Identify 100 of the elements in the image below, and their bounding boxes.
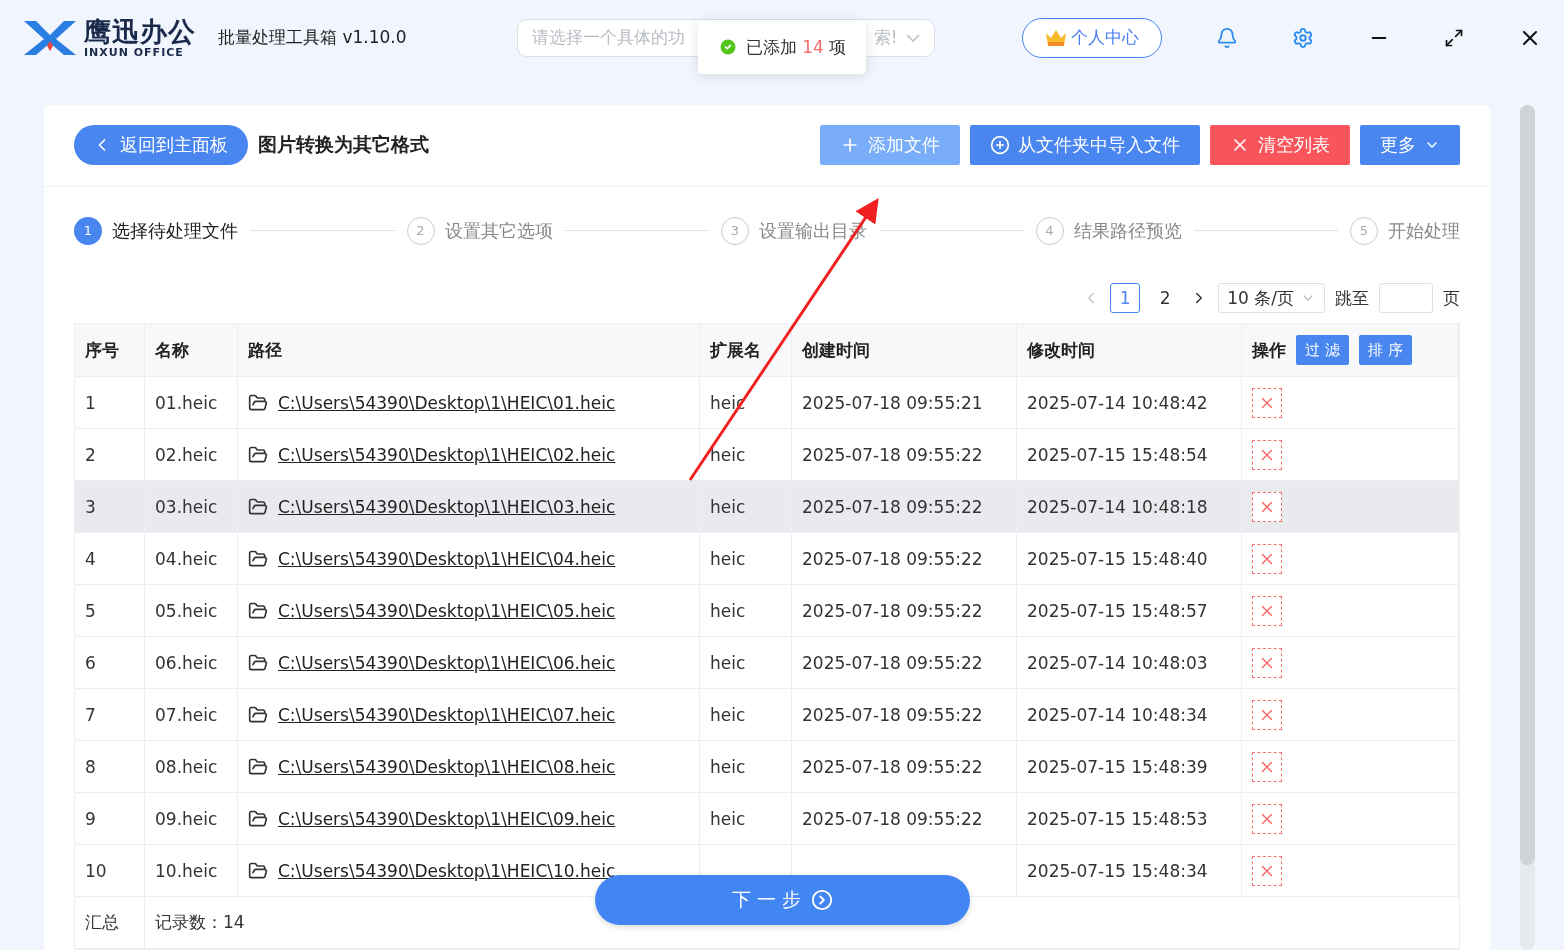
- created-time-cell: 2025-07-18 09:55:22: [802, 704, 983, 725]
- notification-bell-icon[interactable]: [1216, 26, 1238, 49]
- folder-button[interactable]: 从文件夹中导入文件: [970, 125, 1200, 166]
- index-cell: 4: [85, 548, 96, 569]
- file-path-link[interactable]: C:\Users\54390\Desktop\1\HEIC\04.heic: [278, 548, 616, 569]
- table-row[interactable]: 4 04.heic C:\Users\54390\Desktop\1\HEIC\04.heic heic 2025-07-18 09:55:22 2025-07-15 15:48:40: [75, 533, 1459, 585]
- logo-icon: [22, 18, 78, 57]
- table-row[interactable]: 7 07.heic C:\Users\54390\Desktop\1\HEIC\07.heic heic 2025-07-18 09:55:22 2025-07-14 10:48:34: [75, 689, 1459, 741]
- logo-subtitle: INXUN OFFICE: [84, 46, 184, 58]
- delete-button[interactable]: [1252, 647, 1282, 678]
- name-cell: 05.heic: [155, 600, 218, 621]
- step-label: 开始处理: [1388, 218, 1460, 243]
- name-cell: 01.heic: [155, 392, 218, 413]
- index-cell: 6: [85, 652, 96, 673]
- modified-time-cell: 2025-07-14 10:48:42: [1027, 392, 1208, 413]
- maximize-icon[interactable]: [1444, 27, 1464, 48]
- table-row[interactable]: 2 02.heic C:\Users\54390\Desktop\1\HEIC\02.heic heic 2025-07-18 09:55:22 2025-07-15 15:48:54: [75, 429, 1459, 481]
- modified-time-cell: 2025-07-15 15:48:57: [1027, 600, 1208, 621]
- created-time-cell: 2025-07-18 09:55:22: [802, 444, 983, 465]
- index-cell: 8: [85, 756, 96, 777]
- created-time-cell: 2025-07-18 09:55:22: [802, 600, 983, 621]
- page-unit-label: 页: [1443, 286, 1460, 310]
- chevron-down-icon: [905, 33, 920, 42]
- table-row[interactable]: 9 09.heic C:\Users\54390\Desktop\1\HEIC\09.heic heic 2025-07-18 09:55:22 2025-07-15 15:48:53: [75, 793, 1459, 845]
- column-header: 操作: [1252, 338, 1286, 362]
- modified-time-cell: 2025-07-15 15:48:54: [1027, 444, 1208, 465]
- delete-button[interactable]: [1252, 491, 1282, 522]
- file-path-link[interactable]: C:\Users\54390\Desktop\1\HEIC\03.heic: [278, 496, 616, 517]
- folder-icon: [248, 496, 268, 517]
- file-path-link[interactable]: C:\Users\54390\Desktop\1\HEIC\02.heic: [278, 444, 616, 465]
- filter-button[interactable]: 过 滤: [1296, 335, 1349, 365]
- name-cell: 09.heic: [155, 808, 218, 829]
- extension-cell: heic: [710, 548, 746, 569]
- created-time-cell: 2025-07-18 09:55:22: [802, 756, 983, 777]
- extension-cell: heic: [710, 496, 746, 517]
- name-cell: 10.heic: [155, 860, 218, 881]
- file-path-link[interactable]: C:\Users\54390\Desktop\1\HEIC\07.heic: [278, 704, 616, 725]
- jump-label: 跳至: [1335, 286, 1369, 310]
- file-path-link[interactable]: C:\Users\54390\Desktop\1\HEIC\09.heic: [278, 808, 616, 829]
- delete-button[interactable]: [1252, 387, 1282, 418]
- index-cell: 5: [85, 600, 96, 621]
- file-path-link[interactable]: C:\Users\54390\Desktop\1\HEIC\06.heic: [278, 652, 616, 673]
- sort-button[interactable]: 排 序: [1358, 335, 1412, 365]
- delete-button[interactable]: [1252, 855, 1282, 886]
- delete-button[interactable]: [1252, 699, 1282, 730]
- page-title: 图片转换为其它格式: [258, 132, 429, 158]
- created-time-cell: 2025-07-18 09:55:22: [802, 496, 983, 517]
- created-time-cell: 2025-07-18 09:55:21: [802, 392, 983, 413]
- name-cell: 02.heic: [155, 444, 218, 465]
- delete-button[interactable]: [1252, 595, 1282, 626]
- file-path-link[interactable]: C:\Users\54390\Desktop\1\HEIC\08.heic: [278, 756, 616, 777]
- folder-icon: [248, 392, 268, 413]
- modified-time-cell: 2025-07-15 15:48:34: [1027, 860, 1208, 881]
- column-header: 扩展名: [710, 338, 761, 362]
- created-time-cell: 2025-07-18 09:55:22: [802, 548, 983, 569]
- column-header: 名称: [155, 338, 189, 362]
- column-header: 修改时间: [1027, 338, 1095, 362]
- index-cell: 2: [85, 444, 96, 465]
- step-label: 设置其它选项: [444, 218, 553, 243]
- more-button[interactable]: 更多: [1360, 125, 1460, 166]
- column-header: 创建时间: [802, 338, 870, 362]
- name-cell: 06.heic: [155, 652, 218, 673]
- extension-cell: heic: [710, 756, 746, 777]
- table-row[interactable]: 3 03.heic C:\Users\54390\Desktop\1\HEIC\03.heic heic 2025-07-18 09:55:22 2025-07-14 10:48:18: [75, 481, 1459, 533]
- created-time-cell: 2025-07-18 09:55:22: [802, 808, 983, 829]
- logo-name: 鹰迅办公: [84, 17, 196, 45]
- app-title: 批量处理工具箱 v1.10.0: [218, 26, 407, 49]
- scrollbar-thumb[interactable]: [1520, 105, 1535, 865]
- file-path-link[interactable]: C:\Users\54390\Desktop\1\HEIC\01.heic: [278, 392, 616, 413]
- plus-circle-icon: [990, 135, 1010, 156]
- index-cell: 3: [85, 496, 96, 517]
- folder-icon: [248, 652, 268, 673]
- toast-message: 已添加 14 项: [745, 35, 847, 59]
- summary-label: 汇总: [85, 911, 119, 934]
- table-row[interactable]: 8 08.heic C:\Users\54390\Desktop\1\HEIC\08.heic heic 2025-07-18 09:55:22 2025-07-15 15:48:39: [75, 741, 1459, 793]
- delete-button[interactable]: [1252, 543, 1282, 574]
- page-size-select[interactable]: 10 条/页: [1218, 283, 1325, 313]
- page-number[interactable]: 1: [1110, 283, 1141, 313]
- jump-page-field[interactable]: [1379, 283, 1433, 313]
- back-button[interactable]: 返回到主面板: [74, 125, 248, 166]
- file-path-link[interactable]: C:\Users\54390\Desktop\1\HEIC\05.heic: [278, 600, 616, 621]
- index-cell: 10: [85, 860, 107, 881]
- folder-icon: [248, 600, 268, 621]
- modified-time-cell: 2025-07-14 10:48:18: [1027, 496, 1208, 517]
- table-row[interactable]: 6 06.heic C:\Users\54390\Desktop\1\HEIC\06.heic heic 2025-07-18 09:55:22 2025-07-14 10:48:03: [75, 637, 1459, 689]
- settings-icon[interactable]: [1292, 26, 1314, 49]
- extension-cell: heic: [710, 600, 746, 621]
- user-center-button[interactable]: 个人中心: [1022, 17, 1162, 58]
- index-cell: 9: [85, 808, 96, 829]
- delete-button[interactable]: [1252, 751, 1282, 782]
- delete-button[interactable]: [1252, 803, 1282, 834]
- step-label: 结果路径预览: [1073, 218, 1182, 243]
- table-row[interactable]: 5 05.heic C:\Users\54390\Desktop\1\HEIC\05.heic heic 2025-07-18 09:55:22 2025-07-15 15:48:57: [75, 585, 1459, 637]
- column-header: 序号: [85, 338, 119, 362]
- step-number: 1: [74, 216, 102, 245]
- chevron-right-circle-icon: [811, 889, 834, 911]
- modified-time-cell: 2025-07-14 10:48:34: [1027, 704, 1208, 725]
- delete-button[interactable]: [1252, 439, 1282, 470]
- modified-time-cell: 2025-07-14 10:48:03: [1027, 652, 1208, 673]
- modified-time-cell: 2025-07-15 15:48:40: [1027, 548, 1208, 569]
